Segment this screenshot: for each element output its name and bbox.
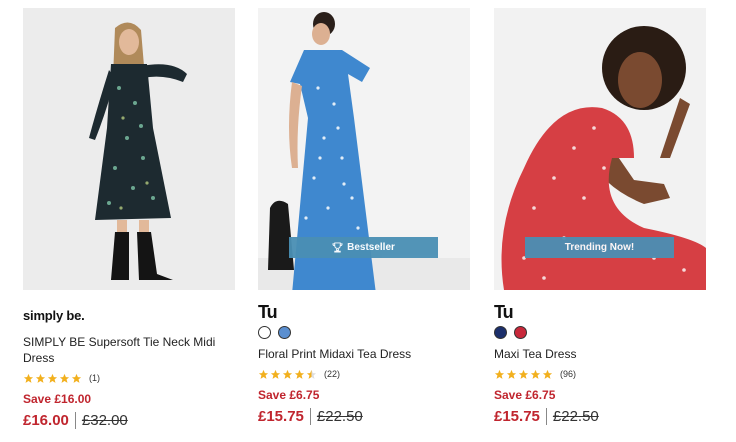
original-price: £22.50: [545, 408, 599, 425]
product-card[interactable]: Trending Now! Tu Maxi Tea Dress (96) Sav…: [494, 8, 706, 425]
product-image[interactable]: Bestseller: [258, 8, 470, 290]
star-icon: [258, 369, 269, 379]
star-icon: [35, 373, 46, 383]
current-price: £15.75: [258, 408, 304, 425]
color-swatch[interactable]: [494, 326, 507, 339]
badge-label: Bestseller: [347, 242, 395, 253]
review-count: (22): [324, 369, 341, 379]
rating: (1): [23, 372, 235, 384]
product-name[interactable]: Maxi Tea Dress: [494, 346, 706, 362]
star-icon: [542, 369, 553, 379]
color-swatches: [258, 326, 470, 340]
current-price: £15.75: [494, 408, 540, 425]
trophy-icon: [332, 242, 343, 253]
product-image[interactable]: [23, 8, 235, 290]
price-row: £15.75 £22.50: [494, 408, 706, 425]
star-icon: [270, 369, 281, 379]
current-price: £16.00: [23, 412, 69, 429]
review-count: (1): [89, 373, 100, 383]
star-icon: [23, 373, 34, 383]
original-price: £32.00: [74, 412, 128, 429]
review-count: (96): [560, 369, 577, 379]
star-rating: [23, 373, 82, 384]
star-icon: [47, 373, 58, 383]
product-card[interactable]: simply be. SIMPLY BE Supersoft Tie Neck …: [23, 8, 235, 429]
product-card[interactable]: Bestseller Tu Floral Print Midaxi Tea Dr…: [258, 8, 470, 425]
color-swatch[interactable]: [514, 326, 527, 339]
star-icon: [518, 369, 529, 379]
product-image[interactable]: Trending Now!: [494, 8, 706, 290]
save-amount: Save £6.75: [494, 388, 556, 402]
product-badge: Bestseller: [289, 237, 438, 258]
original-price: £22.50: [309, 408, 363, 425]
color-swatches: [494, 326, 706, 340]
color-swatch[interactable]: [258, 326, 271, 339]
star-icon: [530, 369, 541, 379]
brand-logo: Tu: [494, 300, 706, 324]
brand-logo: simply be.: [23, 300, 235, 324]
product-badge: Trending Now!: [525, 237, 674, 258]
product-name[interactable]: Floral Print Midaxi Tea Dress: [258, 346, 470, 362]
price-row: £15.75 £22.50: [258, 408, 470, 425]
save-amount: Save £16.00: [23, 392, 92, 406]
product-name[interactable]: SIMPLY BE Supersoft Tie Neck Midi Dress: [23, 334, 235, 366]
product-photo: [23, 8, 235, 290]
star-rating: [258, 369, 317, 380]
brand-name: simply be.: [23, 307, 85, 323]
brand-logo: Tu: [258, 300, 470, 324]
star-icon: [506, 369, 517, 379]
save-amount: Save £6.75: [258, 388, 320, 402]
star-icon: [71, 373, 82, 383]
rating: (22): [258, 368, 470, 380]
star-icon: [306, 369, 317, 379]
badge-label: Trending Now!: [564, 242, 635, 253]
star-icon: [294, 369, 305, 379]
star-rating: [494, 369, 553, 380]
star-icon: [494, 369, 505, 379]
rating: (96): [494, 368, 706, 380]
brand-name: Tu: [258, 302, 278, 322]
brand-name: Tu: [494, 302, 514, 322]
star-icon: [282, 369, 293, 379]
star-icon: [59, 373, 70, 383]
color-swatch[interactable]: [278, 326, 291, 339]
price-row: £16.00 £32.00: [23, 412, 235, 429]
